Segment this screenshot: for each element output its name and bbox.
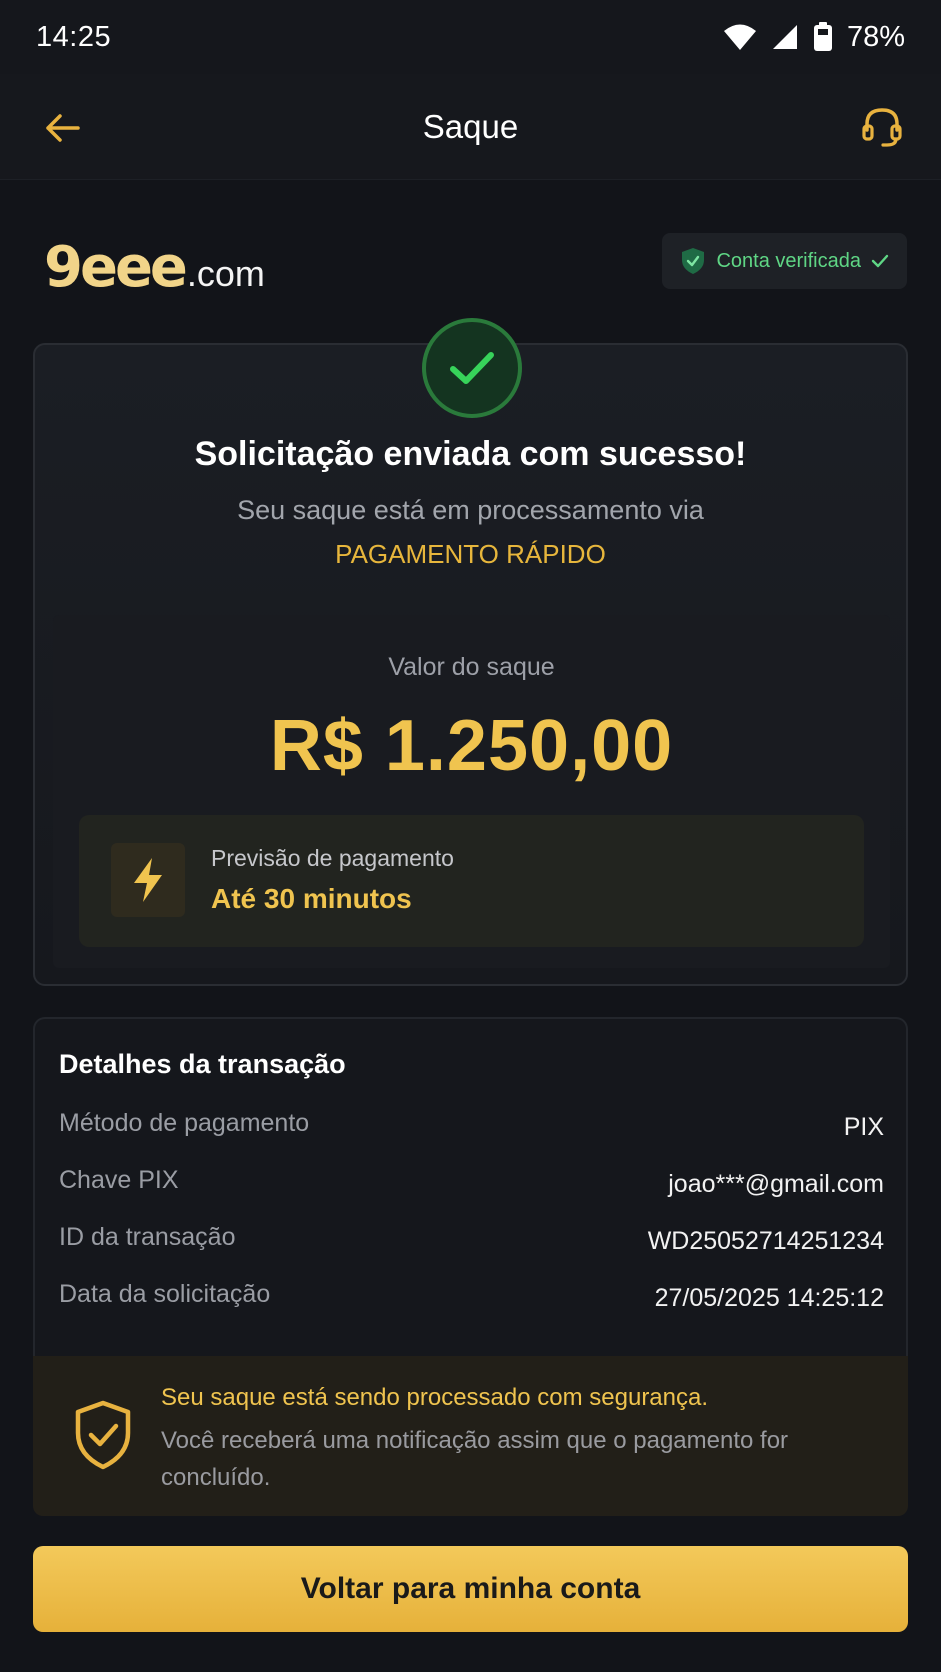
detail-value: joao***@gmail.com (668, 1170, 884, 1198)
success-check-icon (422, 318, 522, 418)
details-title: Detalhes da transação (59, 1049, 346, 1079)
headset-support-icon[interactable] (859, 104, 905, 150)
detail-row-request-date: Data da solicitação 27/05/2025 14:25:12 (59, 1280, 884, 1320)
page-title: Saque (422, 107, 519, 145)
checkmark-icon (871, 254, 889, 268)
security-body: Você receberá uma notificação assim que … (161, 1427, 789, 1491)
brand-logo: 9eee .com (44, 235, 265, 300)
lightning-bolt-icon (111, 843, 185, 917)
wifi-icon (723, 24, 756, 50)
shield-check-icon (682, 248, 705, 274)
verified-label: Conta verificada (716, 249, 861, 272)
status-time: 14:25 (36, 20, 112, 53)
cellular-signal-icon (772, 25, 797, 49)
security-notice: Seu saque está sendo processado com segu… (33, 1356, 908, 1516)
security-title: Seu saque está sendo processado com segu… (161, 1384, 709, 1411)
amount-label: Valor do saque (388, 653, 555, 681)
withdrawal-success-screen: 14:25 78% Saque 9eee .com Conta verifica… (0, 0, 941, 1672)
brand-logo-domain: .com (186, 253, 265, 294)
success-title: Solicitação enviada com sucesso! (194, 435, 747, 473)
payment-eta-box: Previsão de pagamento Até 30 minutos (79, 815, 864, 947)
detail-label: Data da solicitação (59, 1280, 271, 1308)
detail-label: Chave PIX (59, 1166, 179, 1194)
success-subtitle: Seu saque está em processamento via (237, 495, 704, 525)
withdrawal-amount: R$ 1.250,00 (269, 706, 674, 786)
detail-label: Método de pagamento (59, 1109, 310, 1137)
back-arrow-icon[interactable] (40, 106, 84, 150)
battery-icon (813, 22, 832, 51)
status-bar: 14:25 78% (0, 0, 941, 74)
payment-method-label: PAGAMENTO RÁPIDO (335, 539, 606, 569)
detail-row-payment-method: Método de pagamento PIX (59, 1109, 884, 1149)
detail-value: WD25052714251234 (647, 1227, 884, 1255)
success-card: Solicitação enviada com sucesso! Seu saq… (33, 318, 908, 986)
eta-value: Até 30 minutos (211, 883, 412, 914)
battery-percent: 78% (846, 20, 905, 53)
detail-value: PIX (843, 1113, 884, 1141)
amount-panel: Valor do saque R$ 1.250,00 Previsão de p… (53, 615, 890, 968)
status-icons: 78% (723, 21, 905, 54)
shield-check-icon (75, 1400, 131, 1470)
transaction-details-card: Detalhes da transação Método de pagament… (33, 1017, 908, 1357)
top-nav: Saque (0, 74, 941, 180)
detail-value: 27/05/2025 14:25:12 (654, 1284, 884, 1312)
detail-row-pix-key: Chave PIX joao***@gmail.com (59, 1166, 884, 1206)
brand-row: 9eee .com Conta verificada (0, 225, 941, 300)
eta-label: Previsão de pagamento (211, 845, 454, 871)
verified-account-badge: Conta verificada (662, 233, 907, 289)
detail-row-transaction-id: ID da transação WD25052714251234 (59, 1223, 884, 1263)
brand-logo-main: 9eee (44, 235, 188, 300)
back-to-account-button[interactable]: Voltar para minha conta (33, 1546, 908, 1632)
detail-label: ID da transação (59, 1223, 236, 1251)
